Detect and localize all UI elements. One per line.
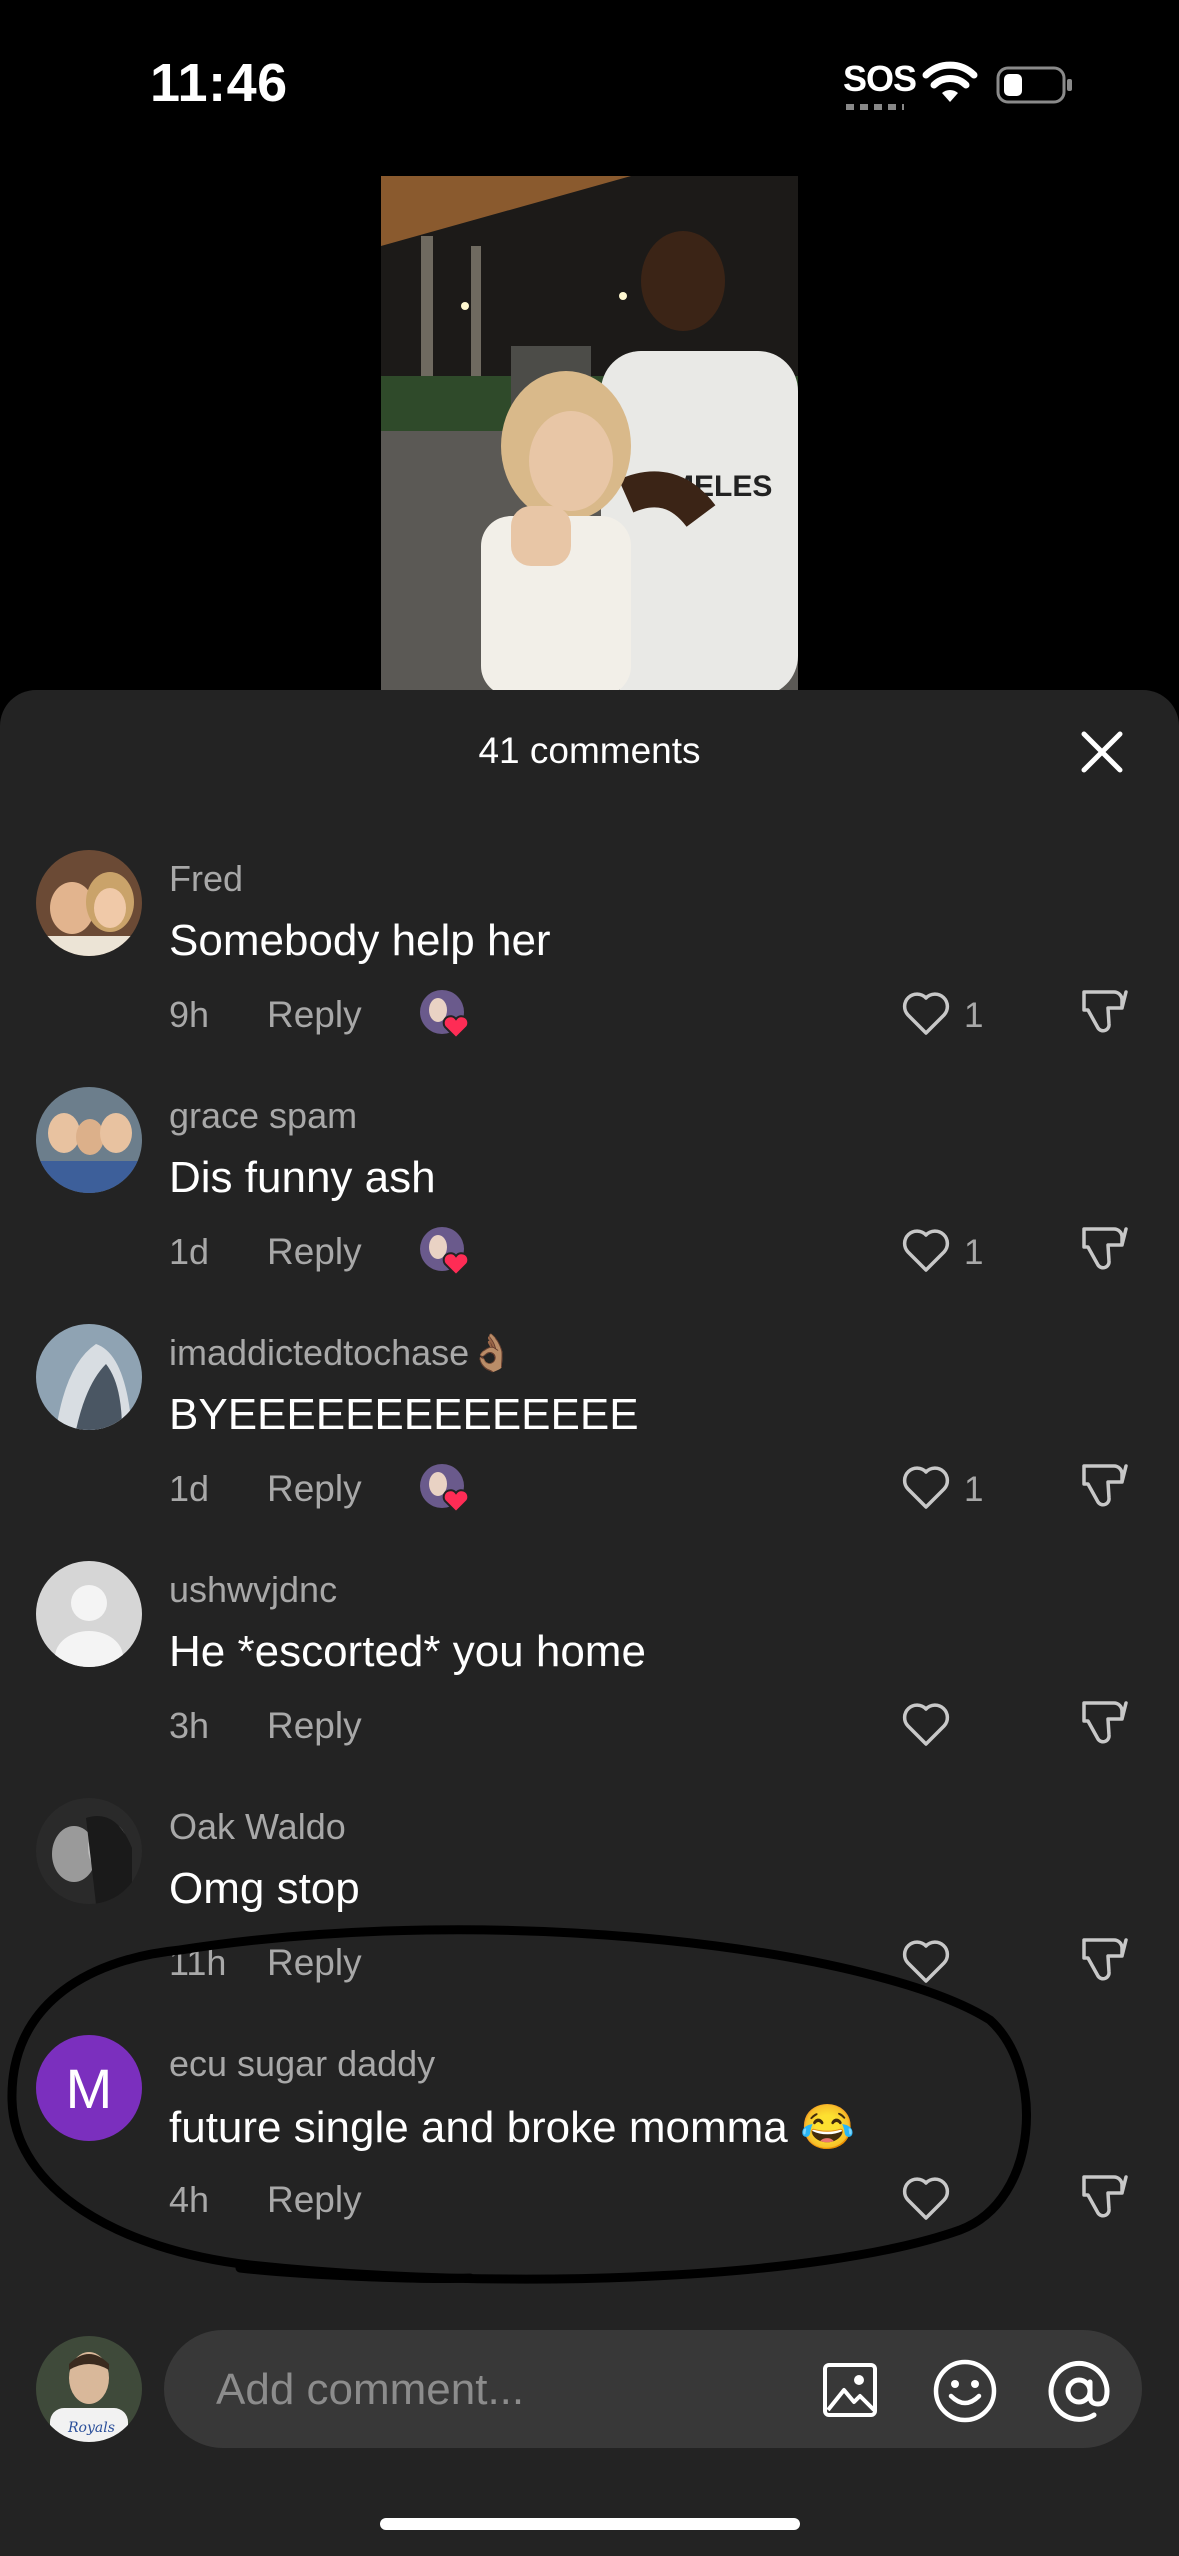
comment-age: 11h bbox=[169, 1942, 227, 1983]
comment-item: M ecu sugar daddy future single and brok… bbox=[0, 2035, 1179, 2272]
signal-dots bbox=[846, 104, 904, 110]
heart-icon[interactable] bbox=[900, 988, 952, 1038]
comment-text: future single and broke momma 😂 bbox=[169, 2103, 855, 2152]
at-icon[interactable] bbox=[1044, 2356, 1114, 2426]
dislike-icon[interactable] bbox=[1078, 1221, 1132, 1277]
status-time: 11:46 bbox=[150, 53, 288, 113]
wifi-icon bbox=[922, 61, 978, 102]
comment-username[interactable]: Oak Waldo bbox=[169, 1806, 346, 1848]
comment-item: imaddictedtochase👌🏽 BYEEEEEEEEEEEEEE 1d … bbox=[0, 1324, 1179, 1561]
like-count: 1 bbox=[964, 996, 984, 1035]
reply-button[interactable]: Reply bbox=[267, 1942, 362, 1984]
reply-button[interactable]: Reply bbox=[267, 994, 362, 1036]
comment-item: grace spam Dis funny ash 1d Reply 1 bbox=[0, 1087, 1179, 1324]
dislike-icon[interactable] bbox=[1078, 984, 1132, 1040]
avatar[interactable]: M bbox=[36, 2035, 142, 2141]
heart-icon[interactable] bbox=[900, 1699, 952, 1749]
reply-button[interactable]: Reply bbox=[267, 1705, 362, 1747]
my-avatar[interactable]: Royals bbox=[36, 2336, 142, 2442]
heart-icon[interactable] bbox=[900, 1462, 952, 1512]
status-bar: 11:46 SOS bbox=[0, 0, 1179, 170]
close-icon[interactable] bbox=[1076, 726, 1128, 778]
comment-username[interactable]: ushwvjdnc bbox=[169, 1569, 337, 1611]
comment-text: Somebody help her bbox=[169, 916, 551, 965]
comment-item: Oak Waldo Omg stop 11h Reply bbox=[0, 1798, 1179, 2035]
comment-username[interactable]: ecu sugar daddy bbox=[169, 2043, 435, 2085]
heart-icon[interactable] bbox=[900, 1225, 952, 1275]
comment-text: BYEEEEEEEEEEEEEE bbox=[169, 1390, 639, 1439]
comment-text: Dis funny ash bbox=[169, 1153, 436, 1202]
comment-age: 9h bbox=[169, 994, 210, 1035]
dislike-icon[interactable] bbox=[1078, 2169, 1132, 2225]
dislike-icon[interactable] bbox=[1078, 1695, 1132, 1751]
battery-icon bbox=[996, 66, 1072, 104]
comment-item: ushwvjdnc He *escorted* you home 3h Repl… bbox=[0, 1561, 1179, 1798]
avatar-letter: M bbox=[65, 2056, 113, 2120]
video-frame-illustration: MELES bbox=[381, 176, 798, 696]
heart-icon[interactable] bbox=[900, 1936, 952, 1986]
reply-button[interactable]: Reply bbox=[267, 1468, 362, 1510]
comment-age: 3h bbox=[169, 1705, 210, 1746]
comment-age: 1d bbox=[169, 1231, 210, 1272]
avatar[interactable] bbox=[36, 1324, 142, 1430]
sos-indicator: SOS bbox=[843, 58, 917, 99]
liked-by-creator-icon bbox=[420, 1227, 470, 1277]
home-indicator[interactable] bbox=[380, 2518, 800, 2530]
comment-age: 4h bbox=[169, 2179, 210, 2220]
liked-by-creator-icon bbox=[420, 1464, 470, 1514]
reply-button[interactable]: Reply bbox=[267, 1231, 362, 1273]
comment-text: He *escorted* you home bbox=[169, 1627, 646, 1676]
reply-button[interactable]: Reply bbox=[267, 2179, 362, 2221]
comment-item: Fred Somebody help her 9h Reply 1 bbox=[0, 850, 1179, 1087]
comment-text: Omg stop bbox=[169, 1864, 360, 1913]
video-preview[interactable]: MELES bbox=[381, 176, 798, 696]
dislike-icon[interactable] bbox=[1078, 1932, 1132, 1988]
avatar[interactable] bbox=[36, 1561, 142, 1667]
comment-age: 1d bbox=[169, 1468, 210, 1509]
avatar[interactable] bbox=[36, 1087, 142, 1193]
heart-icon[interactable] bbox=[900, 2173, 952, 2223]
comment-username[interactable]: Fred bbox=[169, 858, 243, 900]
avatar-shirt-text: Royals bbox=[67, 2420, 115, 2436]
dislike-icon[interactable] bbox=[1078, 1458, 1132, 1514]
liked-by-creator-icon bbox=[420, 990, 470, 1040]
avatar[interactable] bbox=[36, 850, 142, 956]
like-count: 1 bbox=[964, 1233, 984, 1272]
comment-username[interactable]: grace spam bbox=[169, 1095, 357, 1137]
avatar[interactable] bbox=[36, 1798, 142, 1904]
image-icon[interactable] bbox=[820, 2360, 880, 2420]
comment-username[interactable]: imaddictedtochase👌🏽 bbox=[169, 1332, 514, 1374]
emoji-icon[interactable] bbox=[932, 2358, 998, 2424]
comments-count-title: 41 comments bbox=[478, 730, 701, 771]
like-count: 1 bbox=[964, 1470, 984, 1509]
comment-input-container[interactable] bbox=[164, 2330, 1142, 2450]
comment-input[interactable] bbox=[214, 2330, 778, 2450]
